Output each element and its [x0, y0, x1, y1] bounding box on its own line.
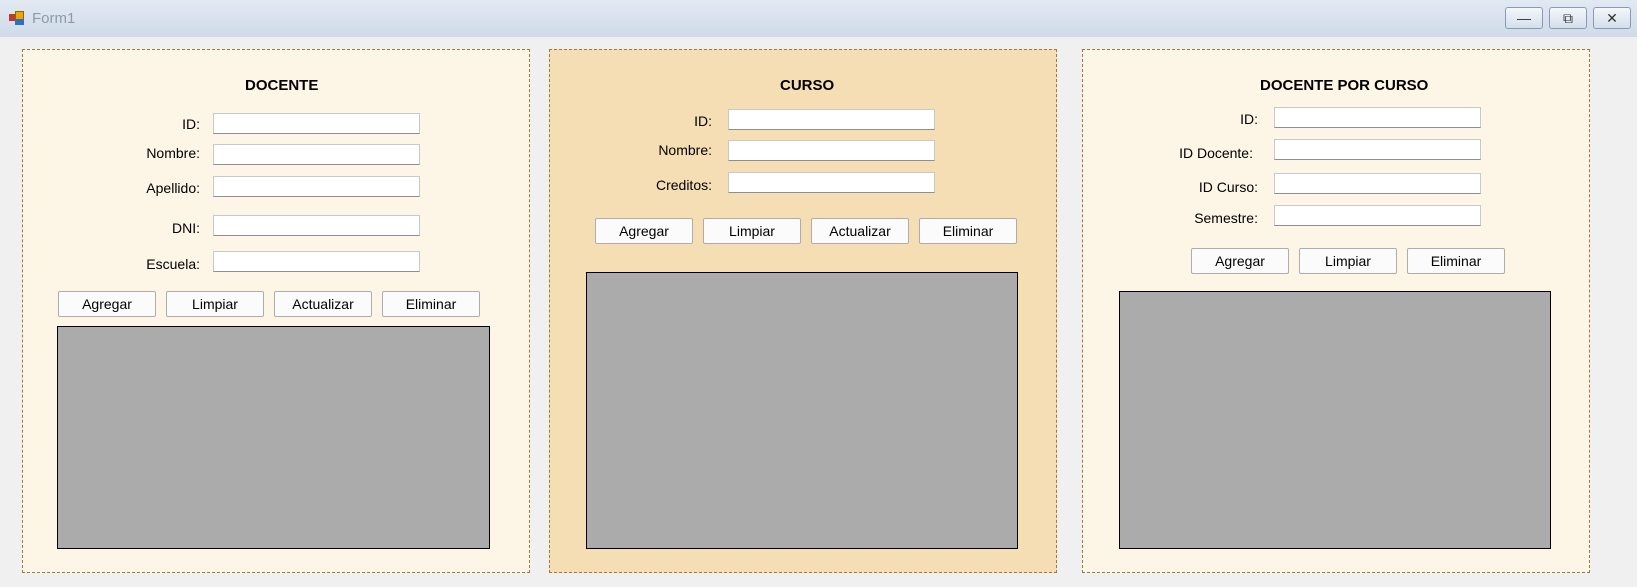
docente-curso-semestre-label: Semestre: — [1194, 210, 1258, 226]
curso-id-field[interactable] — [728, 109, 935, 130]
curso-nombre-field[interactable] — [728, 140, 935, 161]
docente-id-label: ID: — [182, 116, 200, 132]
form-window: Form1 — ⧉ ✕ DOCENTE ID: Nombre: Apellido… — [0, 0, 1637, 587]
window-title: Form1 — [32, 10, 76, 27]
docente-nombre-field[interactable] — [213, 144, 420, 165]
close-button[interactable]: ✕ — [1593, 7, 1631, 29]
curso-actualizar-button[interactable]: Actualizar — [811, 218, 909, 244]
docente-apellido-field[interactable] — [213, 176, 420, 197]
app-icon — [9, 11, 25, 25]
minimize-icon: — — [1517, 10, 1531, 26]
docente-curso-eliminar-button[interactable]: Eliminar — [1407, 248, 1505, 274]
docente-curso-panel: DOCENTE POR CURSO ID: ID Docente: ID Cur… — [1082, 49, 1590, 573]
curso-id-label: ID: — [694, 113, 712, 129]
docente-escuela-field[interactable] — [213, 251, 420, 272]
docente-eliminar-button[interactable]: Eliminar — [382, 291, 480, 317]
minimize-button[interactable]: — — [1505, 7, 1543, 29]
docente-curso-agregar-button[interactable]: Agregar — [1191, 248, 1289, 274]
curso-data-grid[interactable] — [586, 272, 1018, 549]
docente-curso-iddocente-field[interactable] — [1274, 139, 1481, 160]
close-icon: ✕ — [1606, 10, 1618, 26]
docente-curso-limpiar-button[interactable]: Limpiar — [1299, 248, 1397, 274]
docente-limpiar-button[interactable]: Limpiar — [166, 291, 264, 317]
docente-curso-semestre-field[interactable] — [1274, 205, 1481, 226]
docente-dni-label: DNI: — [172, 220, 200, 236]
docente-curso-iddocente-label: ID Docente: — [1179, 145, 1253, 161]
title-bar[interactable]: Form1 — ⧉ ✕ — [0, 0, 1637, 37]
curso-heading: CURSO — [780, 77, 835, 94]
docente-actualizar-button[interactable]: Actualizar — [274, 291, 372, 317]
docente-curso-idcurso-label: ID Curso: — [1198, 179, 1258, 195]
maximize-button[interactable]: ⧉ — [1549, 7, 1587, 29]
docente-curso-id-field[interactable] — [1274, 107, 1481, 128]
curso-agregar-button[interactable]: Agregar — [595, 218, 693, 244]
docente-dni-field[interactable] — [213, 215, 420, 236]
docente-curso-heading: DOCENTE POR CURSO — [1260, 77, 1429, 94]
docente-nombre-label: Nombre: — [146, 145, 200, 161]
curso-panel: CURSO ID: Nombre: Creditos: Agregar Limp… — [549, 49, 1057, 573]
docente-curso-idcurso-field[interactable] — [1274, 173, 1481, 194]
docente-agregar-button[interactable]: Agregar — [58, 291, 156, 317]
docente-id-field[interactable] — [213, 113, 420, 134]
docente-escuela-label: Escuela: — [146, 256, 200, 272]
docente-data-grid[interactable] — [57, 326, 490, 549]
docente-curso-id-label: ID: — [1240, 111, 1258, 127]
curso-creditos-label: Creditos: — [655, 177, 712, 193]
curso-eliminar-button[interactable]: Eliminar — [919, 218, 1017, 244]
docente-curso-data-grid[interactable] — [1119, 291, 1551, 549]
curso-limpiar-button[interactable]: Limpiar — [703, 218, 801, 244]
docente-panel: DOCENTE ID: Nombre: Apellido: DNI: Escue… — [22, 49, 530, 573]
docente-heading: DOCENTE — [245, 77, 319, 94]
curso-nombre-label: Nombre: — [658, 142, 712, 158]
curso-creditos-field[interactable] — [728, 172, 935, 193]
docente-apellido-label: Apellido: — [146, 180, 200, 196]
maximize-icon: ⧉ — [1563, 10, 1573, 26]
